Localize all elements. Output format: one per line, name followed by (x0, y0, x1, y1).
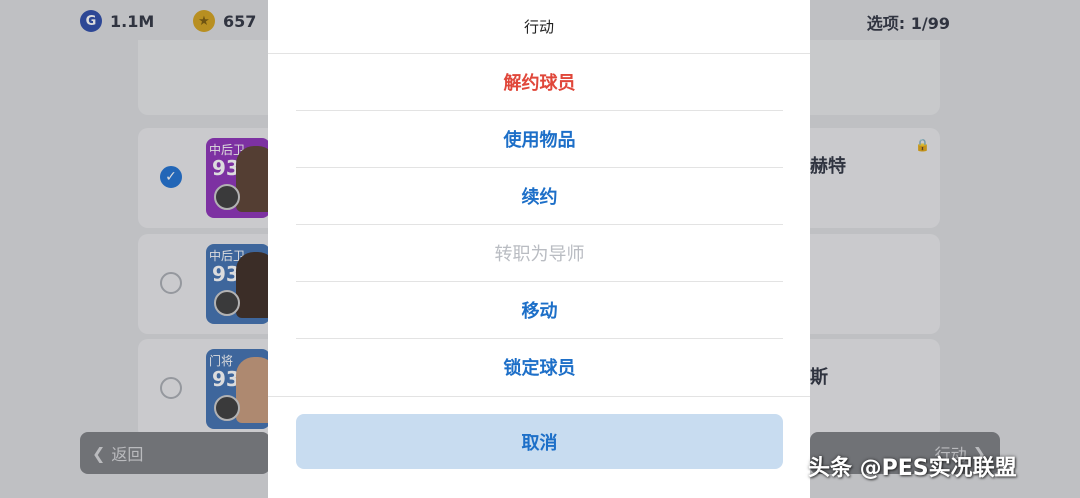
divider (268, 396, 810, 397)
use-item-option[interactable]: 使用物品 (296, 111, 783, 168)
action-sheet: 行动 解约球员 使用物品 续约 转职为导师 移动 锁定球员 取消 (268, 0, 810, 498)
move-option[interactable]: 移动 (296, 282, 783, 339)
release-player-option[interactable]: 解约球员 (296, 54, 783, 111)
lock-player-option[interactable]: 锁定球员 (296, 339, 783, 395)
extend-contract-option[interactable]: 续约 (296, 168, 783, 225)
action-menu: 解约球员 使用物品 续约 转职为导师 移动 锁定球员 (296, 54, 783, 395)
action-sheet-title: 行动 (268, 0, 810, 54)
convert-to-coach-option: 转职为导师 (296, 225, 783, 282)
cancel-button[interactable]: 取消 (296, 414, 783, 469)
watermark: 头条 @PES实况联盟 (808, 456, 1017, 481)
